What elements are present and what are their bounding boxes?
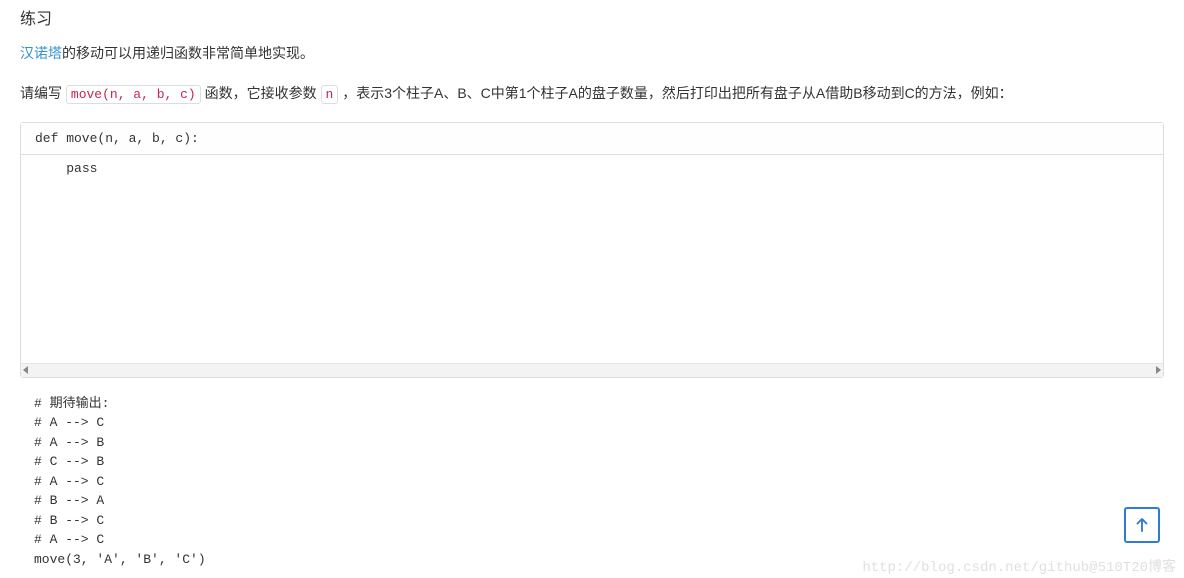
code-signature: def move(n, a, b, c): xyxy=(21,123,1163,155)
code-block: def move(n, a, b, c): xyxy=(20,122,1164,378)
arrow-up-icon xyxy=(1133,516,1151,534)
code-inline-param: n xyxy=(321,85,339,104)
scroll-to-top-button[interactable] xyxy=(1124,507,1160,543)
instruction-part2: 函数，它接收参数 xyxy=(201,85,321,101)
expected-output: # 期待输出: # A --> C # A --> B # C --> B # … xyxy=(20,390,1164,574)
instruction-part3: ，表示3个柱子A、B、C中第1个柱子A的盘子数量，然后打印出把所有盘子从A借助B… xyxy=(338,85,1012,101)
scroll-right-arrow-icon[interactable] xyxy=(1156,366,1161,374)
code-inline-func: move(n, a, b, c) xyxy=(66,85,201,104)
section-title: 练习 xyxy=(20,5,1164,29)
scroll-left-arrow-icon[interactable] xyxy=(23,366,28,374)
intro-paragraph: 汉诺塔的移动可以用递归函数非常简单地实现。 xyxy=(20,41,1164,66)
intro-rest: 的移动可以用递归函数非常简单地实现。 xyxy=(62,45,314,61)
instruction-part1: 请编写 xyxy=(20,85,66,101)
code-editor[interactable] xyxy=(21,155,1163,360)
horizontal-scrollbar[interactable] xyxy=(21,363,1163,377)
instruction-paragraph: 请编写 move(n, a, b, c) 函数，它接收参数 n ，表示3个柱子A… xyxy=(20,81,1164,106)
hanoi-link[interactable]: 汉诺塔 xyxy=(20,45,62,61)
code-body-wrapper xyxy=(21,155,1163,377)
